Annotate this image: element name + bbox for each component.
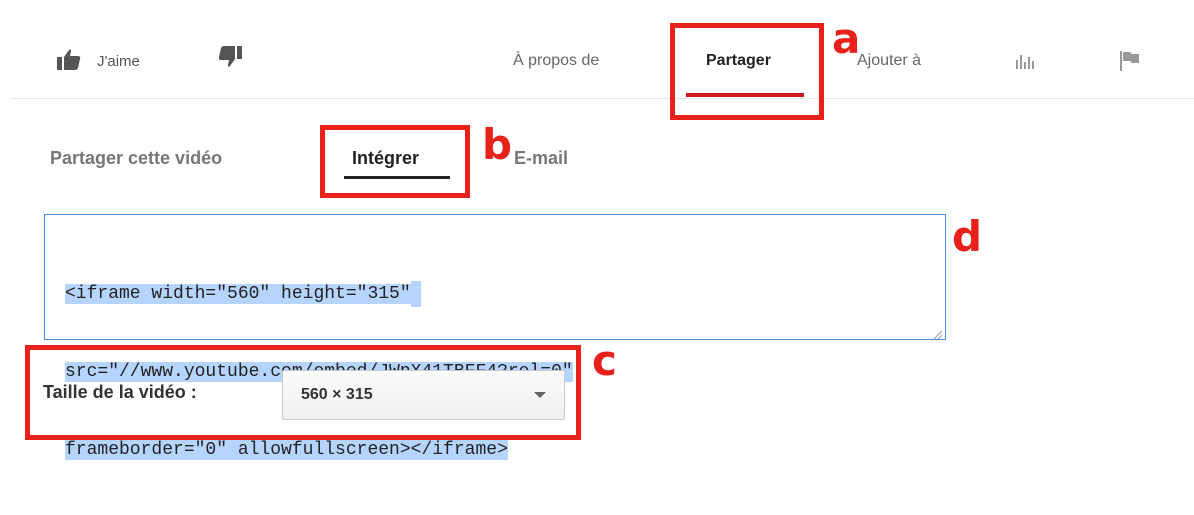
annotation-box-c: [25, 345, 581, 440]
stats-icon: [1016, 55, 1034, 73]
flag-icon: [1120, 51, 1140, 75]
stats-button[interactable]: [1016, 53, 1034, 74]
annotation-box-b: [320, 125, 470, 198]
thumbs-down-icon: [218, 46, 242, 74]
subtab-email[interactable]: E-mail: [514, 148, 568, 169]
report-button[interactable]: [1120, 51, 1140, 76]
annotation-letter-d: d: [952, 212, 983, 261]
annotation-letter-c: c: [592, 336, 617, 385]
like-button[interactable]: J'aime: [57, 48, 140, 75]
resize-grip-icon[interactable]: [932, 326, 943, 340]
tab-add-to[interactable]: Ajouter à: [857, 52, 921, 70]
action-bar-divider: [10, 98, 1194, 99]
dislike-button[interactable]: [218, 46, 242, 75]
thumbs-up-icon: [57, 48, 81, 75]
annotation-letter-a: a: [832, 14, 861, 63]
tab-about[interactable]: À propos de: [513, 52, 599, 70]
embed-code-line: <iframe width="560" height="315": [65, 284, 411, 304]
annotation-box-a: [670, 23, 824, 120]
annotation-letter-b: b: [482, 120, 513, 169]
like-label: J'aime: [97, 53, 140, 70]
embed-code-textarea[interactable]: <iframe width="560" height="315" src="//…: [44, 214, 946, 460]
subtab-share-video[interactable]: Partager cette vidéo: [50, 148, 222, 169]
embed-code-line: frameborder="0" allowfullscreen></iframe…: [65, 440, 508, 460]
